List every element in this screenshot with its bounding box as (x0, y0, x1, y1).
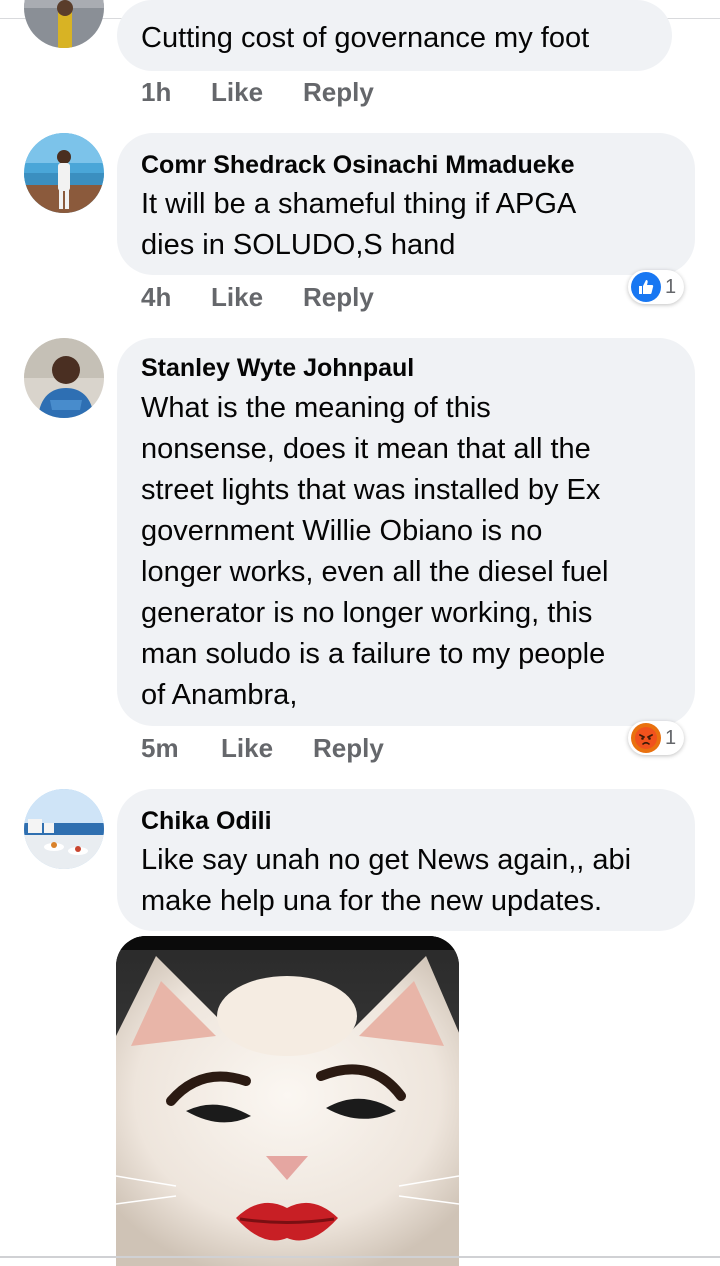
comment-bubble: Cutting cost of governance my foot (117, 0, 672, 71)
reply-button[interactable]: Reply (313, 731, 384, 765)
bottom-divider (0, 1256, 720, 1258)
reaction-count-number: 1 (665, 275, 677, 298)
reply-button[interactable]: Reply (303, 280, 374, 314)
comment-text: Like say unah no get News again,, abi ma… (141, 844, 632, 917)
comment-author[interactable]: Chika Odili (141, 807, 272, 836)
comment-timestamp: 5m (141, 733, 179, 763)
comment-bubble: Comr Shedrack Osinachi Mmadueke It will … (117, 133, 695, 275)
angry-reaction-icon (631, 723, 661, 753)
reply-button[interactable]: Reply (303, 75, 374, 109)
comment-text: What is the meaning of this nonsense, do… (141, 392, 609, 711)
comment-bubble: Stanley Wyte Johnpaul What is the meanin… (117, 338, 695, 726)
like-button[interactable]: Like (211, 280, 263, 314)
comment-author[interactable]: Comr Shedrack Osinachi Mmadueke (141, 151, 574, 180)
avatar[interactable] (24, 0, 104, 48)
like-button[interactable]: Like (221, 731, 273, 765)
reaction-count[interactable]: 1 (628, 270, 685, 304)
comment-bubble: Chika Odili Like say unah no get News ag… (117, 789, 695, 931)
comment-timestamp: 1h (141, 77, 172, 107)
avatar[interactable] (24, 133, 104, 213)
cat-with-makeup-image[interactable] (116, 936, 459, 1266)
comment-text: Cutting cost of governance my foot (141, 22, 590, 54)
reaction-count-number: 1 (665, 726, 677, 749)
comment-author[interactable]: Stanley Wyte Johnpaul (141, 354, 414, 383)
reaction-count[interactable]: 1 (628, 721, 685, 755)
avatar[interactable] (24, 789, 104, 869)
comment-timestamp: 4h (141, 282, 172, 312)
like-button[interactable]: Like (211, 75, 263, 109)
comment-text: It will be a shameful thing if APGA dies… (141, 188, 577, 261)
avatar[interactable] (24, 338, 104, 418)
like-reaction-icon (631, 272, 661, 302)
